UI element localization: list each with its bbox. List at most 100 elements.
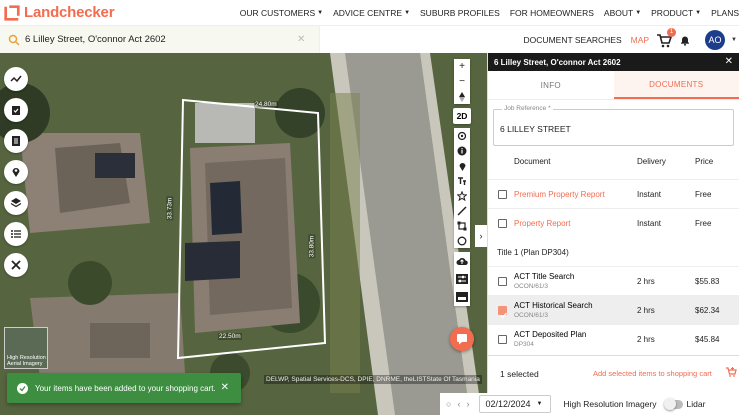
- toast-message: Your items have been added to your shopp…: [35, 383, 216, 393]
- job-reference-field[interactable]: Job Reference * 6 LILLEY STREET: [493, 105, 734, 146]
- add-to-cart-icon[interactable]: [725, 366, 737, 378]
- document-tool-button[interactable]: [4, 129, 28, 153]
- zoom-in-button[interactable]: +: [454, 59, 470, 74]
- target-icon: [457, 131, 467, 140]
- imagery-date-bar: ○ ‹ › 02/12/2024 ▼ High Resolution Image…: [440, 393, 739, 415]
- logo[interactable]: Landchecker: [3, 4, 115, 22]
- text-tool-button[interactable]: [454, 173, 470, 188]
- text-icon: [458, 176, 466, 185]
- clear-search-icon[interactable]: ✕: [297, 34, 305, 45]
- circle-tool-button[interactable]: [454, 233, 470, 248]
- document-row[interactable]: ACT Deposited Plan DP304 2 hrs $45.84: [488, 324, 739, 353]
- row-price: $62.34: [695, 305, 720, 315]
- chevron-down-icon: ▼: [404, 10, 411, 16]
- row-checkbox[interactable]: [498, 276, 507, 286]
- row-checkbox[interactable]: [498, 218, 507, 228]
- feedback-fab-button[interactable]: [450, 327, 474, 351]
- measure-tool-button[interactable]: [4, 67, 28, 91]
- app-root: Landchecker OUR CUSTOMERS ▼ ADVICE CENTRE ▼…: [0, 0, 739, 415]
- pin-button[interactable]: [454, 158, 470, 173]
- document-icon: [12, 136, 20, 146]
- address-search-input[interactable]: [25, 34, 295, 45]
- chevron-down-icon: ▼: [536, 401, 543, 407]
- document-row[interactable]: Property Report Instant Free: [488, 208, 739, 237]
- polygon-tool-button[interactable]: [454, 218, 470, 233]
- nav-item-5[interactable]: PRODUCT ▼: [651, 8, 701, 18]
- job-reference-value: 6 LILLEY STREET: [500, 124, 571, 134]
- add-to-cart-link[interactable]: Add selected items to shopping cart: [593, 369, 712, 378]
- list-button[interactable]: [4, 222, 28, 246]
- nav-item-label: PLANS: [711, 8, 739, 18]
- close-icon[interactable]: ✕: [725, 56, 733, 67]
- upload-button[interactable]: [454, 252, 470, 270]
- bell-icon[interactable]: [679, 34, 691, 46]
- nav-item-label: ABOUT: [603, 8, 634, 18]
- lidar-toggle[interactable]: [663, 397, 683, 410]
- nav-item-label: PRODUCT: [651, 8, 694, 18]
- nav-item-1[interactable]: ADVICE CENTRE ▼: [333, 8, 410, 18]
- imagery-date-select[interactable]: 02/12/2024 ▼: [479, 395, 552, 413]
- landchecker-logo-icon: [4, 4, 20, 21]
- nav-item-0[interactable]: OUR CUSTOMERS ▼: [240, 8, 323, 18]
- row-price: Free: [695, 218, 712, 228]
- shape-tool-button[interactable]: [454, 188, 470, 203]
- filter-button[interactable]: [454, 270, 470, 288]
- list-icon: [11, 230, 21, 238]
- collapse-panel-button[interactable]: ›: [475, 225, 487, 247]
- chevron-down-icon: ▼: [317, 10, 324, 16]
- title-section-heading: Title 1 (Plan DP304): [497, 248, 569, 257]
- tab-documents[interactable]: DOCUMENTS: [613, 71, 739, 99]
- column-delivery: Delivery: [637, 157, 666, 166]
- report-tool-button[interactable]: [4, 98, 28, 122]
- row-checkbox[interactable]: [498, 305, 507, 318]
- high-resolution-imagery-toggle[interactable]: High Resolution Aerial Imagery: [4, 327, 48, 369]
- info-button[interactable]: [454, 143, 470, 158]
- toast-close-icon[interactable]: ✕: [221, 382, 229, 393]
- user-avatar[interactable]: AO: [705, 29, 726, 50]
- map-link[interactable]: MAP: [631, 35, 649, 45]
- nav-item-2[interactable]: SUBURB PROFILES: [420, 8, 500, 18]
- row-checkbox[interactable]: [498, 334, 507, 344]
- zoom-out-button[interactable]: −: [454, 74, 470, 89]
- layers-button[interactable]: [4, 191, 28, 215]
- map-view[interactable]: 24.80m 33.73m 33.80m 22.50m High Resolut…: [0, 53, 487, 415]
- panel-footer: 1 selected Add selected items to shoppin…: [488, 355, 739, 393]
- document-row[interactable]: ACT Title Search OCON/61/3 2 hrs $55.83: [488, 266, 739, 295]
- nav-item-label: FOR HOMEOWNERS: [509, 8, 594, 18]
- document-row[interactable]: Premium Property Report Instant Free: [488, 179, 739, 208]
- cart-button[interactable]: 1: [655, 27, 677, 49]
- chevron-left-icon[interactable]: ‹: [457, 399, 460, 409]
- star-icon: [457, 190, 467, 201]
- line-tool-button[interactable]: [454, 203, 470, 218]
- location-pin-icon: [12, 168, 20, 177]
- nav-item-label: SUBURB PROFILES: [420, 8, 500, 18]
- imagery-date-value: 02/12/2024: [485, 399, 531, 409]
- street-view-icon: [456, 292, 468, 302]
- dimension-label-bottom: 22.50m: [218, 333, 242, 340]
- row-title[interactable]: Property Report: [514, 219, 570, 228]
- location-search-button[interactable]: [4, 160, 28, 184]
- nav-item-4[interactable]: ABOUT ▼: [604, 8, 641, 18]
- hr-imagery-label: High Resolution Aerial Imagery: [7, 355, 46, 367]
- row-checkbox[interactable]: [498, 189, 507, 199]
- tab-info[interactable]: INFO: [488, 71, 614, 99]
- locate-button[interactable]: [454, 128, 470, 143]
- chevron-right-icon[interactable]: ›: [466, 399, 469, 409]
- 2d-toggle-button[interactable]: 2D: [453, 108, 471, 124]
- previous-date-icon[interactable]: ○: [446, 399, 451, 409]
- document-row[interactable]: ACT Historical Search OCON/61/3 2 hrs $62.3…: [488, 295, 739, 324]
- tools-button[interactable]: [4, 253, 28, 277]
- nav-item-6[interactable]: PLANS: [711, 8, 739, 18]
- row-title[interactable]: Premium Property Report: [514, 190, 605, 199]
- nav-item-3[interactable]: FOR HOMEOWNERS: [510, 8, 594, 18]
- cloud-upload-icon: [456, 258, 468, 265]
- chevron-down-icon: ▼: [695, 10, 702, 16]
- polygon-icon: [457, 221, 467, 230]
- compass-button[interactable]: [454, 89, 470, 104]
- chevron-down-icon[interactable]: ▼: [731, 37, 737, 43]
- street-view-button[interactable]: [454, 288, 470, 306]
- address-search-box: ✕: [0, 26, 320, 53]
- circle-icon: [457, 236, 467, 245]
- document-searches-link[interactable]: DOCUMENT SEARCHES: [524, 35, 622, 45]
- panel-title: 6 Lilley Street, O'connor Act 2602: [494, 57, 621, 67]
